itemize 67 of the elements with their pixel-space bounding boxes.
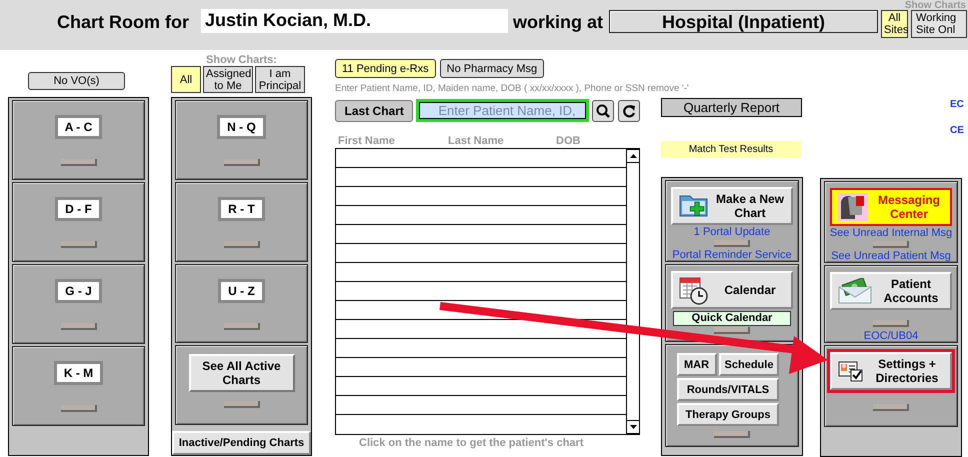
drawer-handle (224, 322, 260, 330)
no-vo-button[interactable]: No VO(s) (28, 72, 125, 90)
drawer-label[interactable]: A - C (54, 115, 102, 139)
search-button[interactable] (592, 100, 614, 122)
quick-calendar-button[interactable]: Quick Calendar (673, 311, 791, 326)
drawer-handle (60, 159, 96, 166)
drawer-handle (873, 241, 909, 248)
drawer-handle (224, 401, 260, 408)
drawer-handle (873, 404, 909, 411)
drawer-handle (714, 431, 750, 438)
site-filter-button[interactable]: Working Site Onl (911, 10, 968, 38)
column-header: DOB (556, 135, 582, 147)
drawer-label[interactable]: R - T (218, 196, 265, 221)
chart-filter-button[interactable]: I am Principal (255, 66, 305, 93)
scrollbar[interactable] (626, 149, 639, 434)
column-header: Last Name (448, 135, 505, 147)
site-name[interactable]: Hospital (Inpatient) (609, 10, 878, 33)
column-header: First Name (337, 135, 396, 147)
see-all-button[interactable]: See All Active Charts (188, 354, 294, 392)
show-charts-label: Show Charts (904, 0, 966, 12)
drawer-handle (873, 320, 909, 327)
scroll-down-icon (630, 425, 636, 429)
list-caption: Click on the name to get the patient's chart (359, 437, 584, 449)
message-button[interactable]: 11 Pending e-Rxs (335, 59, 436, 78)
drawer-label[interactable]: K - M (54, 361, 104, 385)
user-name: Justin Kocian, M.D. (201, 9, 508, 33)
page-title: Chart Room for (57, 12, 189, 33)
drawer-label[interactable]: U - Z (218, 278, 265, 303)
drawer-button[interactable]: Settings + Directories (830, 352, 952, 390)
drawer-handle (60, 241, 96, 248)
drawer-handle (60, 323, 96, 330)
side-link[interactable]: CE (950, 124, 964, 138)
drawer-handle (60, 405, 96, 412)
last-chart-button[interactable]: Last Chart (335, 100, 414, 122)
patient-search-field[interactable]: Enter Patient Name, ID, (419, 102, 586, 119)
message-button[interactable]: No Pharmacy Msg (440, 59, 544, 78)
drawer-label[interactable]: G - J (55, 279, 102, 303)
chart-filter-button[interactable]: All (171, 66, 201, 93)
menu-button[interactable]: Therapy Groups (677, 403, 779, 426)
id-card-check-icon (838, 360, 864, 382)
mailbox-icon (838, 193, 868, 221)
drawer-button[interactable]: Calendar (671, 271, 793, 309)
drawer-label[interactable]: D - F (55, 197, 102, 221)
match-test-results-button[interactable]: Match Test Results (661, 141, 801, 158)
drawer-button[interactable]: Messaging Center (830, 188, 952, 226)
drawer-button[interactable]: Make a New Chart (671, 187, 793, 225)
drawer-handle (714, 240, 750, 247)
drawer-handle (224, 240, 260, 248)
money-envelope-icon (838, 278, 872, 304)
search-hint: Enter Patient Name, ID, Maiden name, DOB ( xx/xx/xxxx ), Phone or SSN remove '-' (335, 83, 689, 95)
scroll-up-icon (630, 154, 636, 158)
menu-button[interactable]: MAR (676, 353, 717, 376)
drawer-button[interactable]: Patient Accounts (830, 272, 952, 310)
refresh-button[interactable] (618, 100, 640, 122)
drawer-handle (714, 327, 750, 334)
quarterly-report-button[interactable]: Quarterly Report (661, 98, 802, 117)
menu-button[interactable]: Rounds/VITALS (677, 378, 779, 401)
working-at-label: working at (513, 12, 604, 33)
chart-filter-button[interactable]: Assigned to Me (203, 66, 253, 93)
search-icon (596, 104, 610, 118)
drawer-handle (224, 159, 260, 166)
drawer-label[interactable]: N - Q (217, 115, 266, 139)
refresh-icon (622, 104, 636, 118)
side-link[interactable]: EC (950, 98, 964, 112)
menu-button[interactable]: Schedule (718, 353, 780, 376)
calendar-clock-icon (679, 275, 709, 305)
show-charts-label: Show Charts: (205, 54, 278, 66)
